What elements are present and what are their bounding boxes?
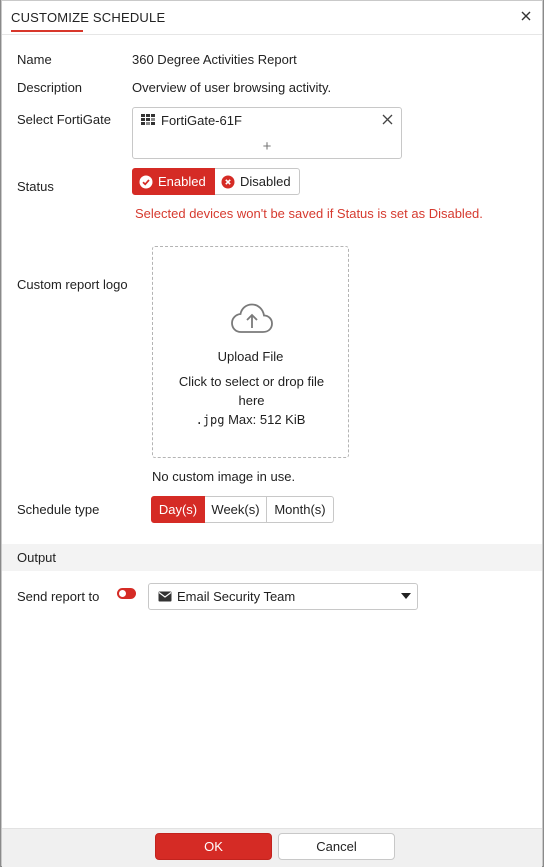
logo-upload-dropzone[interactable]: Upload File Click to select or drop file… — [152, 246, 349, 458]
status-disabled-button[interactable]: Disabled — [215, 168, 300, 195]
schedule-type-label: Schedule type — [17, 502, 100, 517]
fortigate-device-icon — [141, 114, 155, 125]
schedule-months-button[interactable]: Month(s) — [267, 496, 334, 523]
close-icon[interactable] — [519, 9, 533, 23]
schedule-days-label: Day(s) — [158, 502, 198, 517]
toggle-knob — [119, 590, 126, 597]
cancel-button[interactable]: Cancel — [278, 833, 395, 860]
status-warning: Selected devices won't be saved if Statu… — [135, 206, 483, 221]
add-device-button[interactable]: + — [133, 138, 401, 155]
fortigate-selector[interactable]: FortiGate-61F + — [132, 107, 402, 159]
schedule-weeks-label: Week(s) — [211, 502, 260, 517]
fortigate-label: Select FortiGate — [17, 112, 111, 127]
recipient-select[interactable]: Email Security Team — [148, 583, 418, 610]
upload-max-size: Max: 512 KiB — [228, 412, 306, 427]
status-toggle: Enabled Disabled — [132, 168, 300, 195]
send-report-toggle[interactable] — [117, 588, 136, 599]
send-report-label: Send report to — [17, 589, 100, 604]
name-label: Name — [17, 52, 52, 67]
no-custom-image-text: No custom image in use. — [152, 469, 296, 484]
upload-hint: Click to select or drop file here — [178, 374, 325, 408]
schedule-weeks-button[interactable]: Week(s) — [205, 496, 267, 523]
schedule-days-button[interactable]: Day(s) — [151, 496, 205, 523]
name-value: 360 Degree Activities Report — [132, 52, 297, 67]
dialog-header: CUSTOMIZE SCHEDULE — [2, 1, 542, 35]
ok-button[interactable]: OK — [155, 833, 272, 860]
upload-extension: .jpg — [195, 413, 225, 427]
status-enabled-button[interactable]: Enabled — [132, 168, 215, 195]
dialog-footer: OK Cancel — [2, 828, 542, 867]
description-label: Description — [17, 80, 83, 95]
output-section-title: Output — [17, 550, 57, 565]
x-circle-icon — [221, 175, 235, 188]
dialog-title: CUSTOMIZE SCHEDULE — [11, 10, 166, 25]
upload-title: Upload File — [217, 349, 284, 364]
fortigate-device-name: FortiGate-61F — [161, 113, 242, 128]
schedule-months-label: Month(s) — [274, 502, 326, 517]
check-circle-icon — [139, 175, 153, 188]
output-section-header: Output — [2, 544, 542, 571]
schedule-type-toggle: Day(s) Week(s) Month(s) — [151, 496, 334, 523]
recipient-value: Email Security Team — [177, 589, 296, 604]
cloud-upload-icon — [231, 303, 273, 333]
remove-icon[interactable] — [382, 114, 393, 125]
caret-down-icon — [401, 593, 411, 599]
description-value: Overview of user browsing activity. — [132, 80, 332, 95]
status-label: Status — [17, 179, 54, 194]
envelope-icon — [158, 591, 172, 602]
title-underline — [11, 30, 83, 32]
status-disabled-label: Disabled — [240, 174, 291, 189]
status-enabled-label: Enabled — [158, 174, 206, 189]
customize-schedule-dialog: CUSTOMIZE SCHEDULE Name 360 Degree Activ… — [1, 0, 543, 867]
logo-label: Custom report logo — [17, 277, 128, 292]
upload-limit: .jpg Max: 512 KiB — [153, 412, 348, 427]
